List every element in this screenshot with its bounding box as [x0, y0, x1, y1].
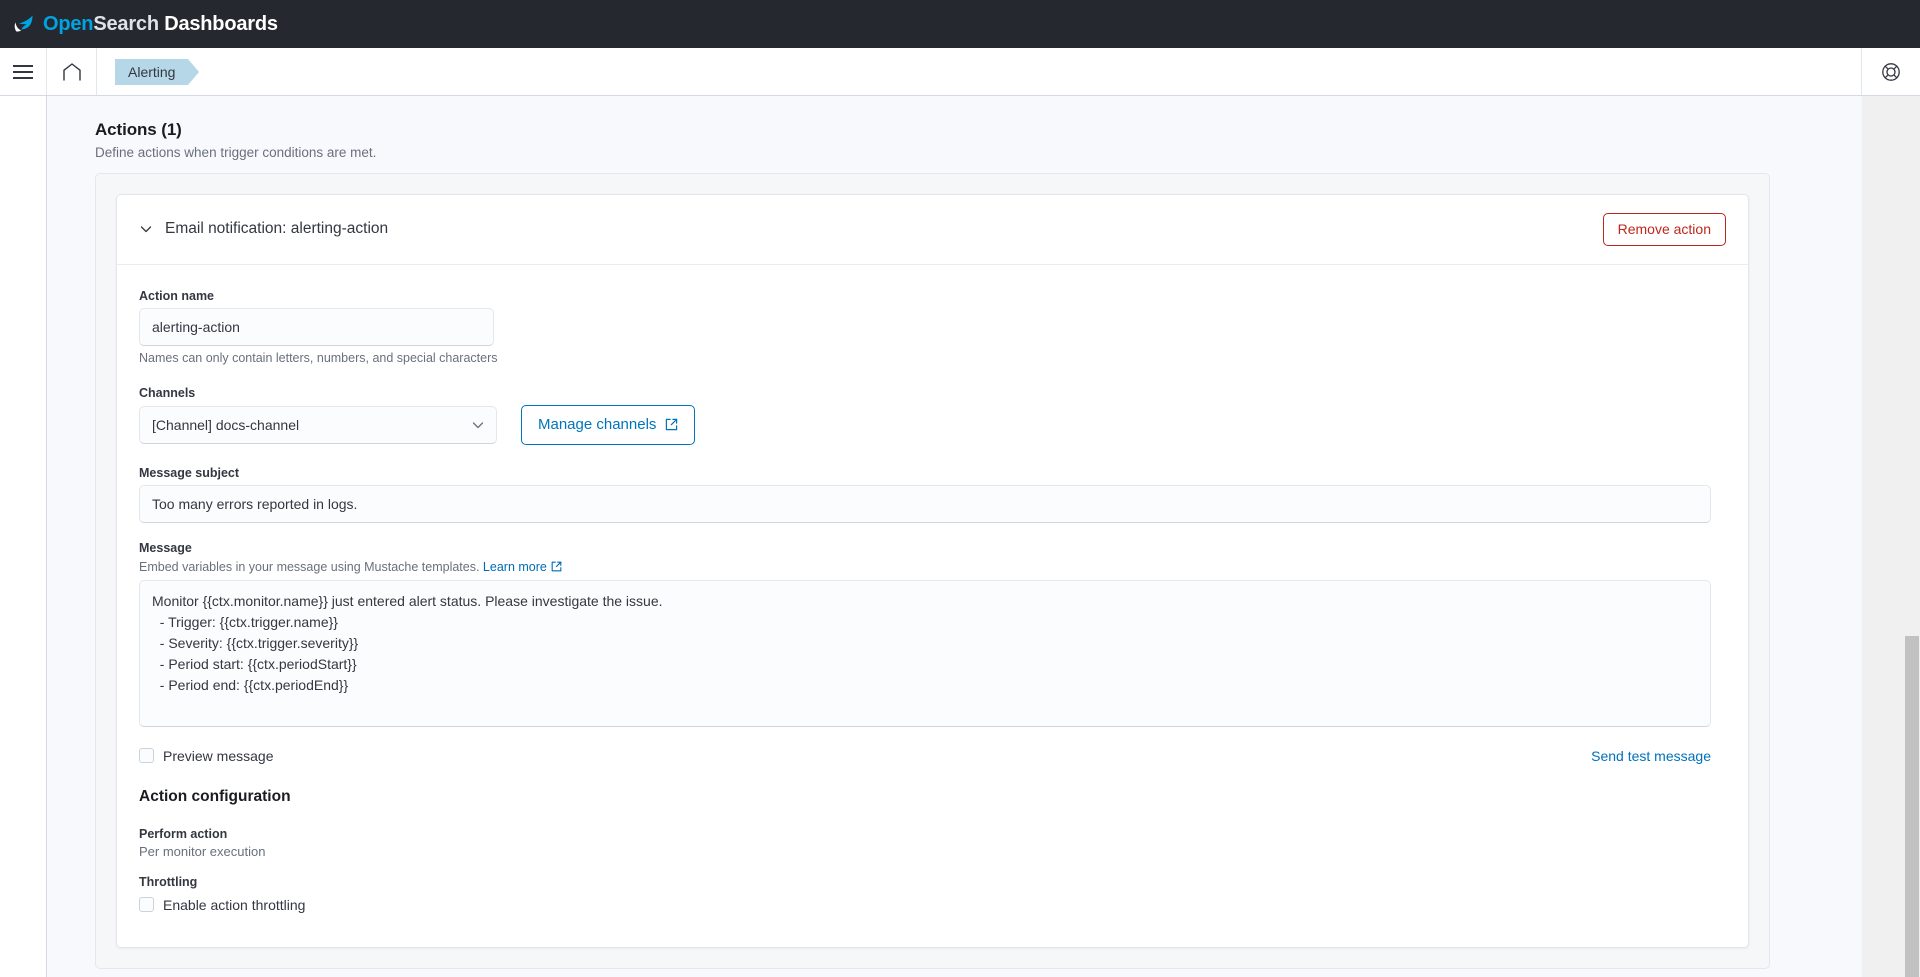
perform-action-value: Per monitor execution: [139, 843, 266, 859]
external-link-icon: [666, 419, 678, 431]
action-name-help: Names can only contain letters, numbers,…: [139, 350, 498, 365]
action-name-label: Action name: [139, 288, 215, 303]
home-button[interactable]: [47, 48, 97, 95]
message-subject-label: Message subject: [139, 465, 240, 480]
message-subject-input[interactable]: [139, 484, 1711, 523]
vertical-scrollbar-track[interactable]: [1904, 96, 1920, 977]
chevron-down-icon[interactable]: [139, 222, 153, 236]
remove-action-button[interactable]: Remove action: [1602, 213, 1726, 246]
menu-toggle-button[interactable]: [0, 48, 47, 95]
message-actions-row: Preview message Send test message: [139, 748, 1711, 764]
enable-throttling-label: Enable action throttling: [163, 896, 306, 913]
help-button[interactable]: [1862, 48, 1920, 95]
hamburger-menu-icon: [13, 64, 33, 79]
preview-message-row[interactable]: Preview message: [139, 748, 274, 764]
message-label: Message: [139, 540, 192, 555]
brand-open-text: Open: [43, 13, 94, 35]
breadcrumb: Alerting: [97, 48, 201, 95]
message-subject-field: Message subject: [139, 466, 1726, 523]
throttling-label: Throttling: [139, 874, 198, 889]
nav-left-group: Alerting: [0, 48, 201, 95]
help-lifebuoy-icon: [1882, 62, 1900, 81]
learn-more-link[interactable]: Learn more: [483, 560, 547, 574]
page-subtitle: Define actions when trigger conditions a…: [95, 145, 377, 160]
action-card-header: Email notification: alerting-action Remo…: [117, 195, 1748, 265]
enable-throttling-checkbox[interactable]: [139, 897, 154, 913]
external-link-icon: [551, 561, 562, 572]
action-card-title: Email notification: alerting-action: [165, 220, 389, 238]
preview-message-label: Preview message: [163, 747, 274, 764]
perform-action-label: Perform action: [139, 826, 228, 841]
right-rail: [1862, 96, 1920, 977]
action-configuration-title: Action configuration: [139, 787, 291, 805]
opensearch-logo-icon: [14, 15, 33, 32]
manage-channels-button[interactable]: Manage channels: [521, 404, 696, 445]
nav-right-group: [1861, 48, 1920, 95]
brand-dashboards-text: Dashboards: [164, 13, 278, 35]
send-test-message-link[interactable]: Send test message: [1591, 748, 1711, 764]
brand-search-text: Search: [93, 13, 159, 35]
vertical-scrollbar-thumb[interactable]: [1905, 636, 1919, 977]
main-content-area: Actions (1) Define actions when trigger …: [47, 96, 1862, 977]
channels-select[interactable]: [Channel] docs-channel: [139, 405, 497, 444]
left-nav-rail: [0, 96, 47, 977]
throttling-row[interactable]: Enable action throttling: [139, 897, 1726, 913]
manage-channels-label: Manage channels: [538, 415, 657, 433]
app-body: Actions (1) Define actions when trigger …: [0, 96, 1920, 977]
channels-field: Channels [Channel] docs-channel Manage c…: [139, 386, 1726, 445]
channels-row: [Channel] docs-channel Manage channels: [139, 404, 1726, 445]
preview-message-checkbox[interactable]: [139, 748, 154, 764]
breadcrumb-nav-bar: Alerting: [0, 48, 1920, 96]
action-card-body: Action name Names can only contain lette…: [117, 265, 1748, 947]
message-textarea[interactable]: Monitor {{ctx.monitor.name}} just entere…: [139, 579, 1711, 727]
message-field: Message Embed variables in your message …: [139, 541, 1726, 732]
brand-logo[interactable]: OpenSearch Dashboards: [12, 12, 278, 36]
action-card-header-left: Email notification: alerting-action: [139, 220, 388, 238]
top-header-bar: OpenSearch Dashboards: [0, 0, 1920, 48]
breadcrumb-item-alerting[interactable]: Alerting: [115, 58, 201, 85]
home-icon: [62, 62, 81, 81]
brand-title: OpenSearch Dashboards: [43, 14, 278, 34]
page-title: Actions (1): [95, 120, 182, 139]
action-card: Email notification: alerting-action Remo…: [116, 194, 1749, 948]
channels-select-wrapper: [Channel] docs-channel: [139, 405, 497, 444]
actions-page: Actions (1) Define actions when trigger …: [47, 96, 1862, 977]
channels-label: Channels: [139, 385, 196, 400]
message-help: Embed variables in your message using Mu…: [139, 560, 1726, 574]
message-help-text: Embed variables in your message using Mu…: [139, 559, 483, 574]
actions-container: Email notification: alerting-action Remo…: [95, 173, 1770, 969]
action-name-input[interactable]: [139, 307, 494, 346]
action-name-field: Action name Names can only contain lette…: [139, 289, 1726, 365]
